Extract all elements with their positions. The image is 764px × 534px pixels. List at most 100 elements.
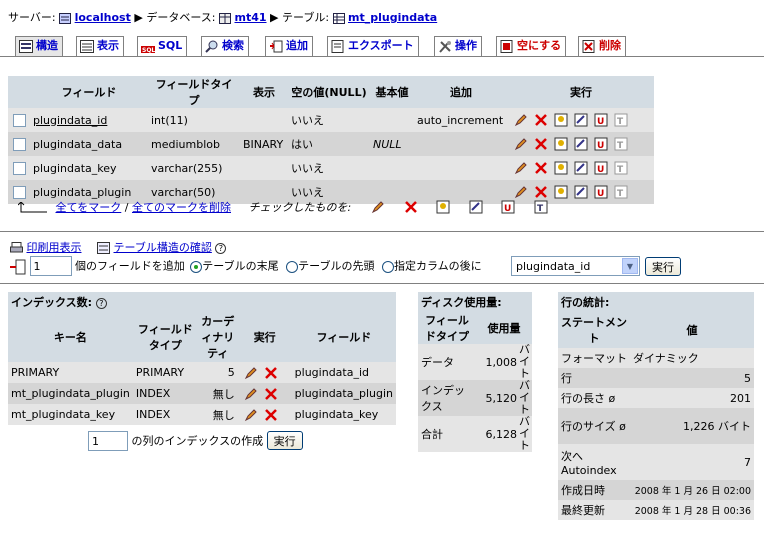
unique-icon[interactable]: U (594, 137, 608, 151)
unique-icon[interactable]: U (594, 113, 608, 127)
add-fields-count-input[interactable] (29, 256, 72, 276)
field-default (370, 156, 414, 180)
breadcrumb-arrow-icon: ▶ (134, 11, 143, 24)
primary-key-icon[interactable] (554, 137, 568, 151)
create-index-count-input[interactable] (88, 431, 128, 451)
export-icon (331, 39, 345, 53)
tab-export[interactable]: エクスポート (327, 36, 419, 56)
delete-x-icon[interactable] (534, 113, 548, 127)
index-icon[interactable] (574, 113, 588, 127)
row-checkbox[interactable] (12, 161, 26, 175)
col-extra: 追加 (414, 76, 508, 108)
delete-x-icon[interactable] (264, 366, 278, 380)
stat-label: 行のサイズ ø (558, 408, 630, 444)
edit-pencil-icon[interactable] (371, 200, 385, 214)
fulltext-icon[interactable]: T (614, 137, 628, 151)
fulltext-icon[interactable]: T (614, 161, 628, 175)
disk-size: 1,008 (476, 344, 518, 380)
field-default (370, 108, 414, 132)
indexes-title: インデックス数: (11, 296, 93, 309)
index-icon[interactable] (469, 200, 483, 214)
edit-pencil-icon[interactable] (244, 408, 258, 422)
delete-x-icon[interactable] (534, 161, 548, 175)
delete-x-icon[interactable] (534, 137, 548, 151)
primary-key-icon[interactable] (554, 113, 568, 127)
index-icon[interactable] (574, 185, 588, 199)
primary-key-icon[interactable] (554, 161, 568, 175)
stat-label: フォーマット (558, 348, 630, 368)
primary-key-icon[interactable] (436, 200, 450, 214)
edit-pencil-icon[interactable] (244, 387, 258, 401)
delete-x-icon[interactable] (264, 408, 278, 422)
edit-pencil-icon[interactable] (244, 366, 258, 380)
rowstats-title: 行の統計: (558, 292, 754, 312)
uncheck-all-link[interactable]: 全てのマークを削除 (132, 201, 231, 214)
operations-icon (438, 40, 452, 53)
disk-usage-table: フィールドタイプ 使用量 データ 1,008 バイト インデックス 5,120 バイト 合計… (418, 312, 532, 452)
insert-icon (269, 40, 283, 53)
radio-at-end[interactable] (190, 260, 203, 273)
field-extra: auto_increment (414, 108, 508, 132)
edit-pencil-icon[interactable] (514, 161, 528, 175)
tab-drop[interactable]: 削除 (578, 36, 626, 56)
database-link[interactable]: mt41 (234, 11, 266, 24)
field-default: NULL (370, 132, 414, 156)
print-icon (10, 242, 23, 254)
unique-icon[interactable]: U (501, 200, 515, 214)
table-row: フォーマット ダイナミック (558, 348, 754, 368)
index-type: INDEX (132, 383, 198, 404)
delete-x-icon[interactable] (264, 387, 278, 401)
help-icon[interactable]: ? (95, 297, 107, 309)
edit-pencil-icon[interactable] (514, 113, 528, 127)
index-icon[interactable] (574, 137, 588, 151)
create-index-go-button[interactable]: 実行 (266, 431, 303, 450)
unique-icon[interactable]: U (594, 185, 608, 199)
fulltext-icon[interactable]: T (614, 113, 628, 127)
tab-insert[interactable]: 追加 (265, 36, 313, 56)
index-icon[interactable] (574, 161, 588, 175)
propose-structure-link[interactable]: テーブル構造の確認 (114, 241, 212, 254)
delete-x-icon[interactable] (404, 200, 418, 214)
fulltext-icon[interactable]: T (614, 185, 628, 199)
primary-key-icon[interactable] (554, 185, 568, 199)
table-link[interactable]: mt_plugindata (348, 11, 437, 24)
print-view-link[interactable]: 印刷用表示 (27, 241, 82, 254)
tab-search[interactable]: 検索 (201, 36, 249, 56)
index-type: INDEX (132, 404, 198, 425)
row-checkbox[interactable] (12, 185, 26, 199)
after-field-select[interactable]: plugindata_id ▼ (511, 256, 640, 276)
add-fields-go-button[interactable]: 実行 (645, 257, 681, 276)
edit-pencil-icon[interactable] (514, 137, 528, 151)
table-row: インデックス 5,120 バイト (418, 380, 532, 416)
check-all-link[interactable]: 全てをマーク (56, 201, 122, 214)
radio-after-field[interactable] (381, 260, 394, 273)
radio-at-beginning[interactable] (286, 260, 299, 273)
tab-structure[interactable]: 構造 (15, 36, 63, 56)
row-checkbox[interactable] (12, 137, 26, 151)
search-icon (205, 40, 219, 53)
tab-sql[interactable]: SQL SQL (137, 36, 188, 56)
index-key: mt_plugindata_key (8, 404, 133, 425)
tab-browse[interactable]: 表示 (76, 36, 124, 56)
row-checkbox[interactable] (12, 113, 26, 127)
index-type: PRIMARY (132, 362, 198, 383)
index-key: PRIMARY (8, 362, 133, 383)
help-icon[interactable]: ? (215, 242, 227, 254)
svg-text:T: T (617, 117, 624, 127)
svg-text:T: T (617, 141, 624, 151)
stat-value: 1,226 バイト (630, 408, 754, 444)
field-name: plugindata_data (30, 132, 148, 156)
index-cardinality: 5 (197, 362, 238, 383)
disk-unit: バイト (518, 343, 532, 380)
stat-label: 行 (558, 368, 630, 388)
tab-empty[interactable]: 空にする (496, 36, 567, 56)
stat-label: 次へ Autoindex (558, 444, 630, 480)
fulltext-icon[interactable]: T (534, 200, 548, 214)
edit-pencil-icon[interactable] (514, 185, 528, 199)
delete-x-icon[interactable] (534, 185, 548, 199)
server-link[interactable]: localhost (75, 11, 131, 24)
stat-value: 201 (630, 388, 754, 408)
tab-operations[interactable]: 操作 (434, 36, 482, 56)
unique-icon[interactable]: U (594, 161, 608, 175)
check-all-bar: 全てをマーク / 全てのマークを削除 チェックしたものを: (17, 199, 351, 215)
